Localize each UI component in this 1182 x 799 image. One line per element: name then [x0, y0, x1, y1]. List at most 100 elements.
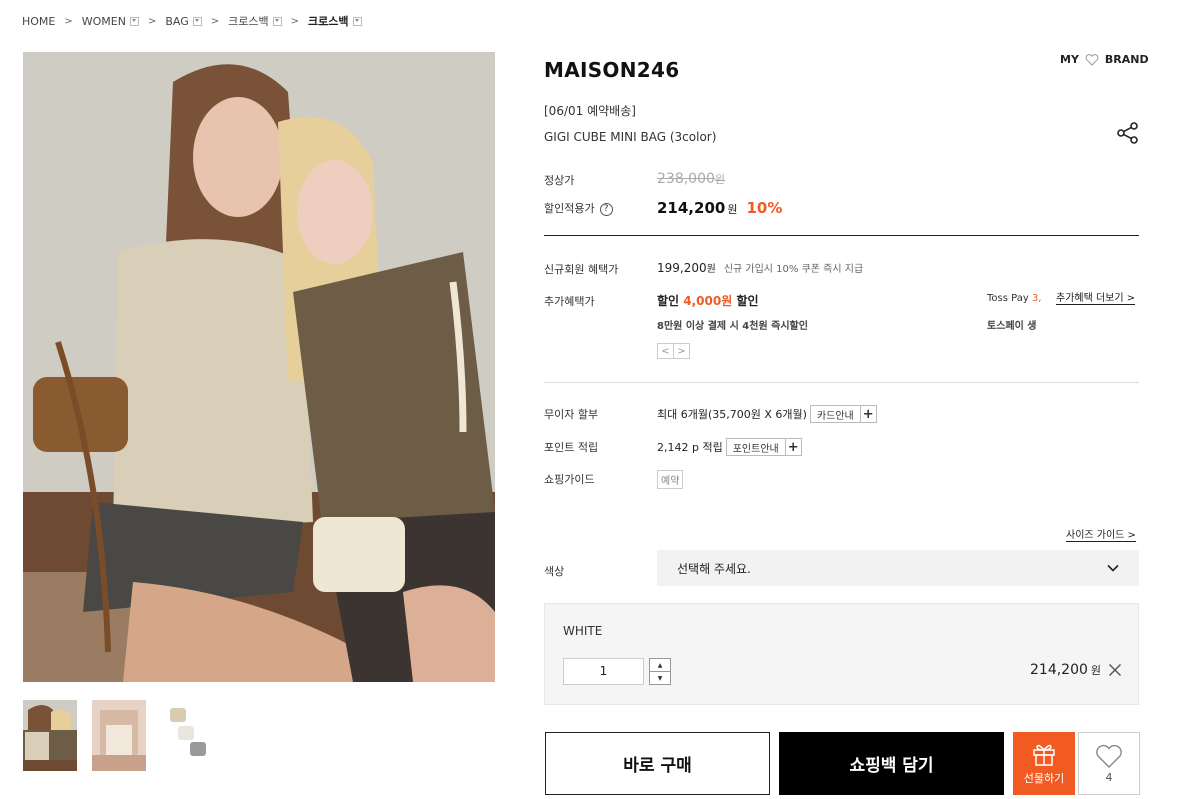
option-price-value: 214,200 — [1030, 662, 1088, 678]
member-price-value: 199,200 — [657, 261, 707, 275]
breadcrumb-item-crossbag[interactable]: 크로스백 > — [228, 13, 308, 29]
my-brand-toggle[interactable]: MY BRAND — [1060, 53, 1149, 66]
dropdown-icon[interactable] — [272, 16, 282, 26]
dropdown-icon[interactable] — [129, 16, 139, 26]
breadcrumb-item-bag[interactable]: BAG > — [165, 15, 228, 28]
discount-rate: 10% — [746, 199, 783, 217]
breadcrumb: HOME > WOMEN > BAG > 크로스백 > 크로스백 — [22, 13, 362, 29]
plus-icon: + — [784, 438, 801, 456]
wishlist-count: 4 — [1105, 770, 1113, 784]
shipping-note: [06/01 예약배송] — [544, 104, 636, 118]
plus-icon: + — [859, 405, 876, 423]
thumbnail-image — [160, 700, 214, 771]
breadcrumb-label[interactable]: 크로스백 — [308, 13, 348, 29]
product-main-image[interactable] — [23, 52, 495, 682]
regular-price-value: 238,000 — [657, 171, 715, 187]
quantity-stepper[interactable]: ▲ ▼ — [649, 658, 671, 685]
wishlist-button[interactable]: 4 — [1078, 732, 1140, 795]
divider — [544, 382, 1139, 383]
dropdown-icon[interactable] — [192, 16, 202, 26]
extra-prefix: 할인 — [657, 294, 684, 308]
benefit-pager: < > — [657, 343, 690, 359]
chevron-right-icon: > — [147, 15, 157, 27]
brand-label: BRAND — [1104, 53, 1149, 66]
thumbnail-image — [92, 700, 146, 771]
heart-icon[interactable] — [1085, 53, 1099, 66]
member-price: 199,200 원 신규 가입시 10% 쿠폰 즉시 지급 — [657, 260, 863, 275]
selected-option-name: WHITE — [563, 624, 603, 638]
currency: 원 — [1090, 664, 1102, 677]
thumbnail-1[interactable] — [23, 700, 77, 771]
card-info-button[interactable]: 카드안내 + — [809, 405, 877, 423]
regular-price: 238,000원 — [657, 171, 725, 187]
selected-option-price: 214,200 원 — [1030, 662, 1101, 678]
buy-now-button[interactable]: 바로 구매 — [545, 732, 770, 795]
sale-price-label-text: 할인적용가 — [544, 202, 595, 215]
points-info-label: 포인트안내 — [732, 443, 779, 455]
gift-label: 선물하기 — [1023, 772, 1065, 785]
extra-benefit-detail: 8만원 이상 결제 시 4천원 즉시할인 — [657, 321, 808, 332]
breadcrumb-label[interactable]: 크로스백 — [228, 13, 268, 29]
regular-price-label: 정상가 — [544, 174, 575, 187]
extra-benefit-label: 추가혜택가 — [544, 295, 595, 308]
toss-pay-benefit: Toss Pay 3, — [987, 293, 1041, 304]
currency: 원 — [714, 173, 726, 186]
thumbnail-3[interactable] — [160, 700, 214, 771]
share-icon[interactable] — [1116, 122, 1140, 144]
installment-info: 최대 6개월(35,700원 X 6개월) 카드안내 + — [657, 405, 877, 423]
toss-prefix: Toss Pay — [987, 293, 1032, 304]
extra-amount: 4,000원 — [683, 294, 733, 308]
pager-prev-button[interactable]: < — [657, 343, 674, 359]
quantity-input[interactable]: 1 — [563, 658, 644, 685]
extra-benefit: 할인 4,000원 할인 — [657, 292, 759, 309]
card-info-label: 카드안내 — [816, 410, 854, 422]
gift-icon — [1033, 744, 1055, 766]
sale-price: 214,200 원 10% — [657, 199, 782, 217]
breadcrumb-item-crossbag-current[interactable]: 크로스백 — [308, 13, 362, 29]
divider — [544, 235, 1139, 236]
points-label: 포인트 적립 — [544, 441, 599, 454]
quantity-up-button[interactable]: ▲ — [650, 659, 670, 672]
thumbnail-2[interactable] — [92, 700, 146, 771]
breadcrumb-label[interactable]: WOMEN — [82, 15, 126, 28]
size-guide-link[interactable]: 사이즈 가이드 > — [1066, 526, 1136, 542]
currency: 원 — [706, 264, 716, 275]
color-select-value: 선택해 주세요. — [677, 561, 751, 576]
gift-button[interactable]: 선물하기 — [1013, 732, 1075, 795]
product-name: GIGI CUBE MINI BAG (3color) — [544, 130, 717, 144]
help-icon[interactable]: ? — [599, 202, 613, 216]
toss-pay-detail: 토스페이 생 — [987, 321, 1037, 332]
my-label: MY — [1060, 53, 1079, 66]
quantity-down-button[interactable]: ▼ — [650, 672, 670, 684]
color-select[interactable]: 선택해 주세요. — [657, 550, 1139, 586]
points-info-button[interactable]: 포인트안내 + — [725, 438, 802, 456]
add-to-cart-button[interactable]: 쇼핑백 담기 — [779, 732, 1004, 795]
currency: 원 — [727, 203, 738, 216]
extra-suffix: 할인 — [732, 294, 759, 308]
shopping-guide-label: 쇼핑가이드 — [544, 473, 595, 486]
toss-highlight: 3, — [1031, 293, 1042, 304]
chevron-right-icon: > — [290, 15, 300, 27]
heart-icon — [1096, 744, 1122, 768]
thumbnail-image — [23, 700, 77, 771]
reservation-badge: 예약 — [657, 470, 684, 489]
breadcrumb-label[interactable]: HOME — [22, 15, 55, 28]
breadcrumb-item-women[interactable]: WOMEN > — [82, 15, 166, 28]
sale-price-label: 할인적용가? — [544, 200, 613, 216]
sale-price-value: 214,200 — [657, 199, 726, 217]
breadcrumb-item-home[interactable]: HOME > — [22, 15, 82, 28]
dropdown-icon[interactable] — [352, 16, 362, 26]
remove-option-icon[interactable] — [1108, 663, 1122, 677]
chevron-right-icon: > — [64, 15, 73, 27]
points-info: 2,142 p 적립 포인트안내 + — [657, 438, 802, 456]
points-value: 2,142 p 적립 — [657, 441, 723, 454]
product-photo — [23, 52, 495, 682]
member-note: 신규 가입시 10% 쿠폰 즉시 지급 — [723, 264, 864, 275]
brand-name[interactable]: MAISON246 — [544, 58, 679, 82]
more-benefits-link[interactable]: 추가혜택 더보기 > — [1056, 289, 1136, 305]
breadcrumb-label[interactable]: BAG — [165, 15, 188, 28]
pager-next-button[interactable]: > — [673, 343, 690, 359]
member-price-label: 신규회원 혜택가 — [544, 263, 619, 276]
chevron-down-icon — [1107, 564, 1119, 572]
color-label: 색상 — [544, 565, 565, 578]
